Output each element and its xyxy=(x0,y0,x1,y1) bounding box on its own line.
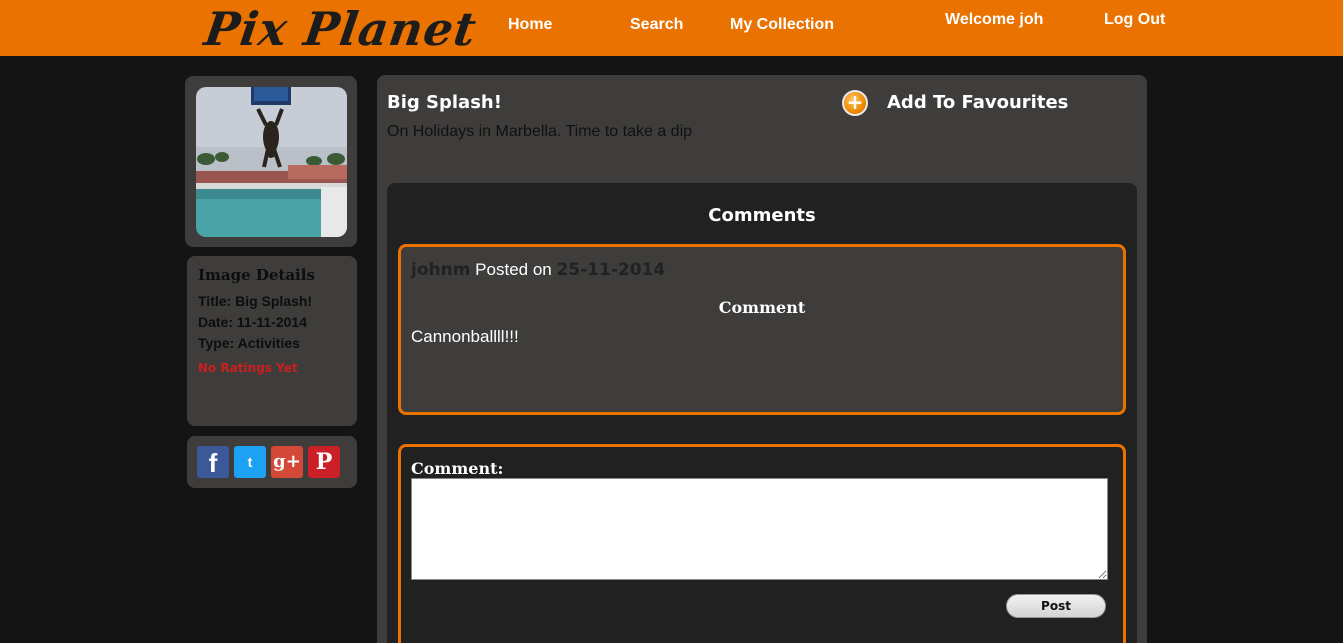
comments-heading: Comments xyxy=(708,205,816,226)
social-share-card: f t g+ P xyxy=(187,436,357,488)
comment-meta: johnm Posted on 25-11-2014 xyxy=(411,260,665,280)
diver-photo-illustration xyxy=(196,87,347,237)
header-bar: Pix Planet Home Search My Collection Wel… xyxy=(0,0,1343,56)
post-button[interactable]: Post xyxy=(1006,594,1106,618)
detail-date: Date: 11-11-2014 xyxy=(198,314,307,330)
detail-type: Type: Activities xyxy=(198,335,300,351)
pinterest-icon[interactable]: P xyxy=(308,446,340,478)
image-details-card: Image Details Title: Big Splash! Date: 1… xyxy=(187,256,357,426)
image-title: Big Splash! xyxy=(387,92,502,113)
comment-form: Comment: Post xyxy=(398,444,1126,643)
logout-link[interactable]: Log Out xyxy=(1104,11,1165,29)
add-favourite-icon[interactable]: + xyxy=(842,90,868,116)
nav-home-link[interactable]: Home xyxy=(508,16,552,34)
comment-label: Comment xyxy=(718,298,806,317)
comment-item: johnm Posted on 25-11-2014 Comment Canno… xyxy=(398,244,1126,415)
google-plus-icon[interactable]: g+ xyxy=(271,446,303,478)
image-details-heading: Image Details xyxy=(198,266,315,284)
site-logo[interactable]: Pix Planet xyxy=(201,2,480,56)
rating-status: No Ratings Yet xyxy=(198,361,298,375)
comment-date: 25-11-2014 xyxy=(556,260,666,280)
detail-title: Title: Big Splash! xyxy=(198,293,313,309)
twitter-icon[interactable]: t xyxy=(234,446,266,478)
image-thumbnail[interactable] xyxy=(196,87,347,237)
comment-posted-label: Posted on xyxy=(475,260,552,279)
comment-text: Cannonballll!!! xyxy=(411,327,519,346)
welcome-text: Welcome joh xyxy=(945,11,1044,28)
image-description: On Holidays in Marbella. Time to take a … xyxy=(387,123,693,140)
image-thumbnail-card xyxy=(185,76,357,247)
image-detail-panel: Big Splash! On Holidays in Marbella. Tim… xyxy=(377,75,1147,643)
facebook-icon[interactable]: f xyxy=(197,446,229,478)
add-to-favourites-link[interactable]: Add To Favourites xyxy=(887,92,1068,113)
nav-search-link[interactable]: Search xyxy=(630,16,683,34)
comment-field-label: Comment: xyxy=(411,459,504,478)
nav-my-collection-link[interactable]: My Collection xyxy=(730,16,834,34)
comment-textarea[interactable] xyxy=(411,478,1108,580)
comments-section: Comments johnm Posted on 25-11-2014 Comm… xyxy=(387,183,1137,643)
comment-author[interactable]: johnm xyxy=(411,260,470,280)
